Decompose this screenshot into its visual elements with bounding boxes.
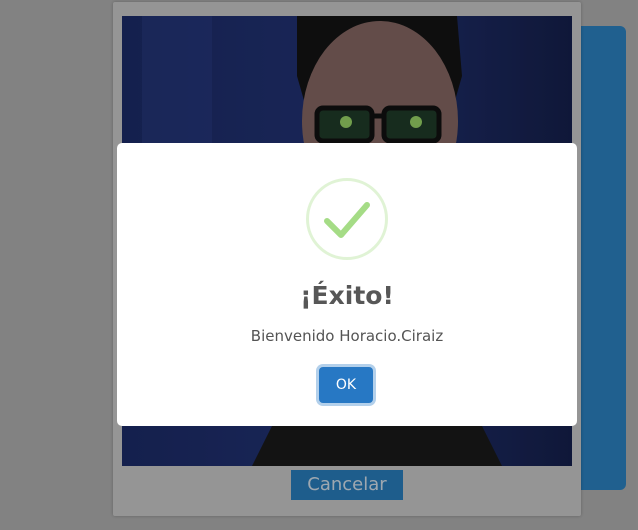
dialog-title: ¡Éxito!	[300, 281, 394, 310]
success-check-icon	[306, 178, 388, 260]
dialog-message: Bienvenido Horacio.Ciraiz	[250, 327, 444, 345]
ok-button[interactable]: OK	[319, 367, 373, 403]
success-dialog: ¡Éxito! Bienvenido Horacio.Ciraiz OK	[117, 143, 577, 426]
